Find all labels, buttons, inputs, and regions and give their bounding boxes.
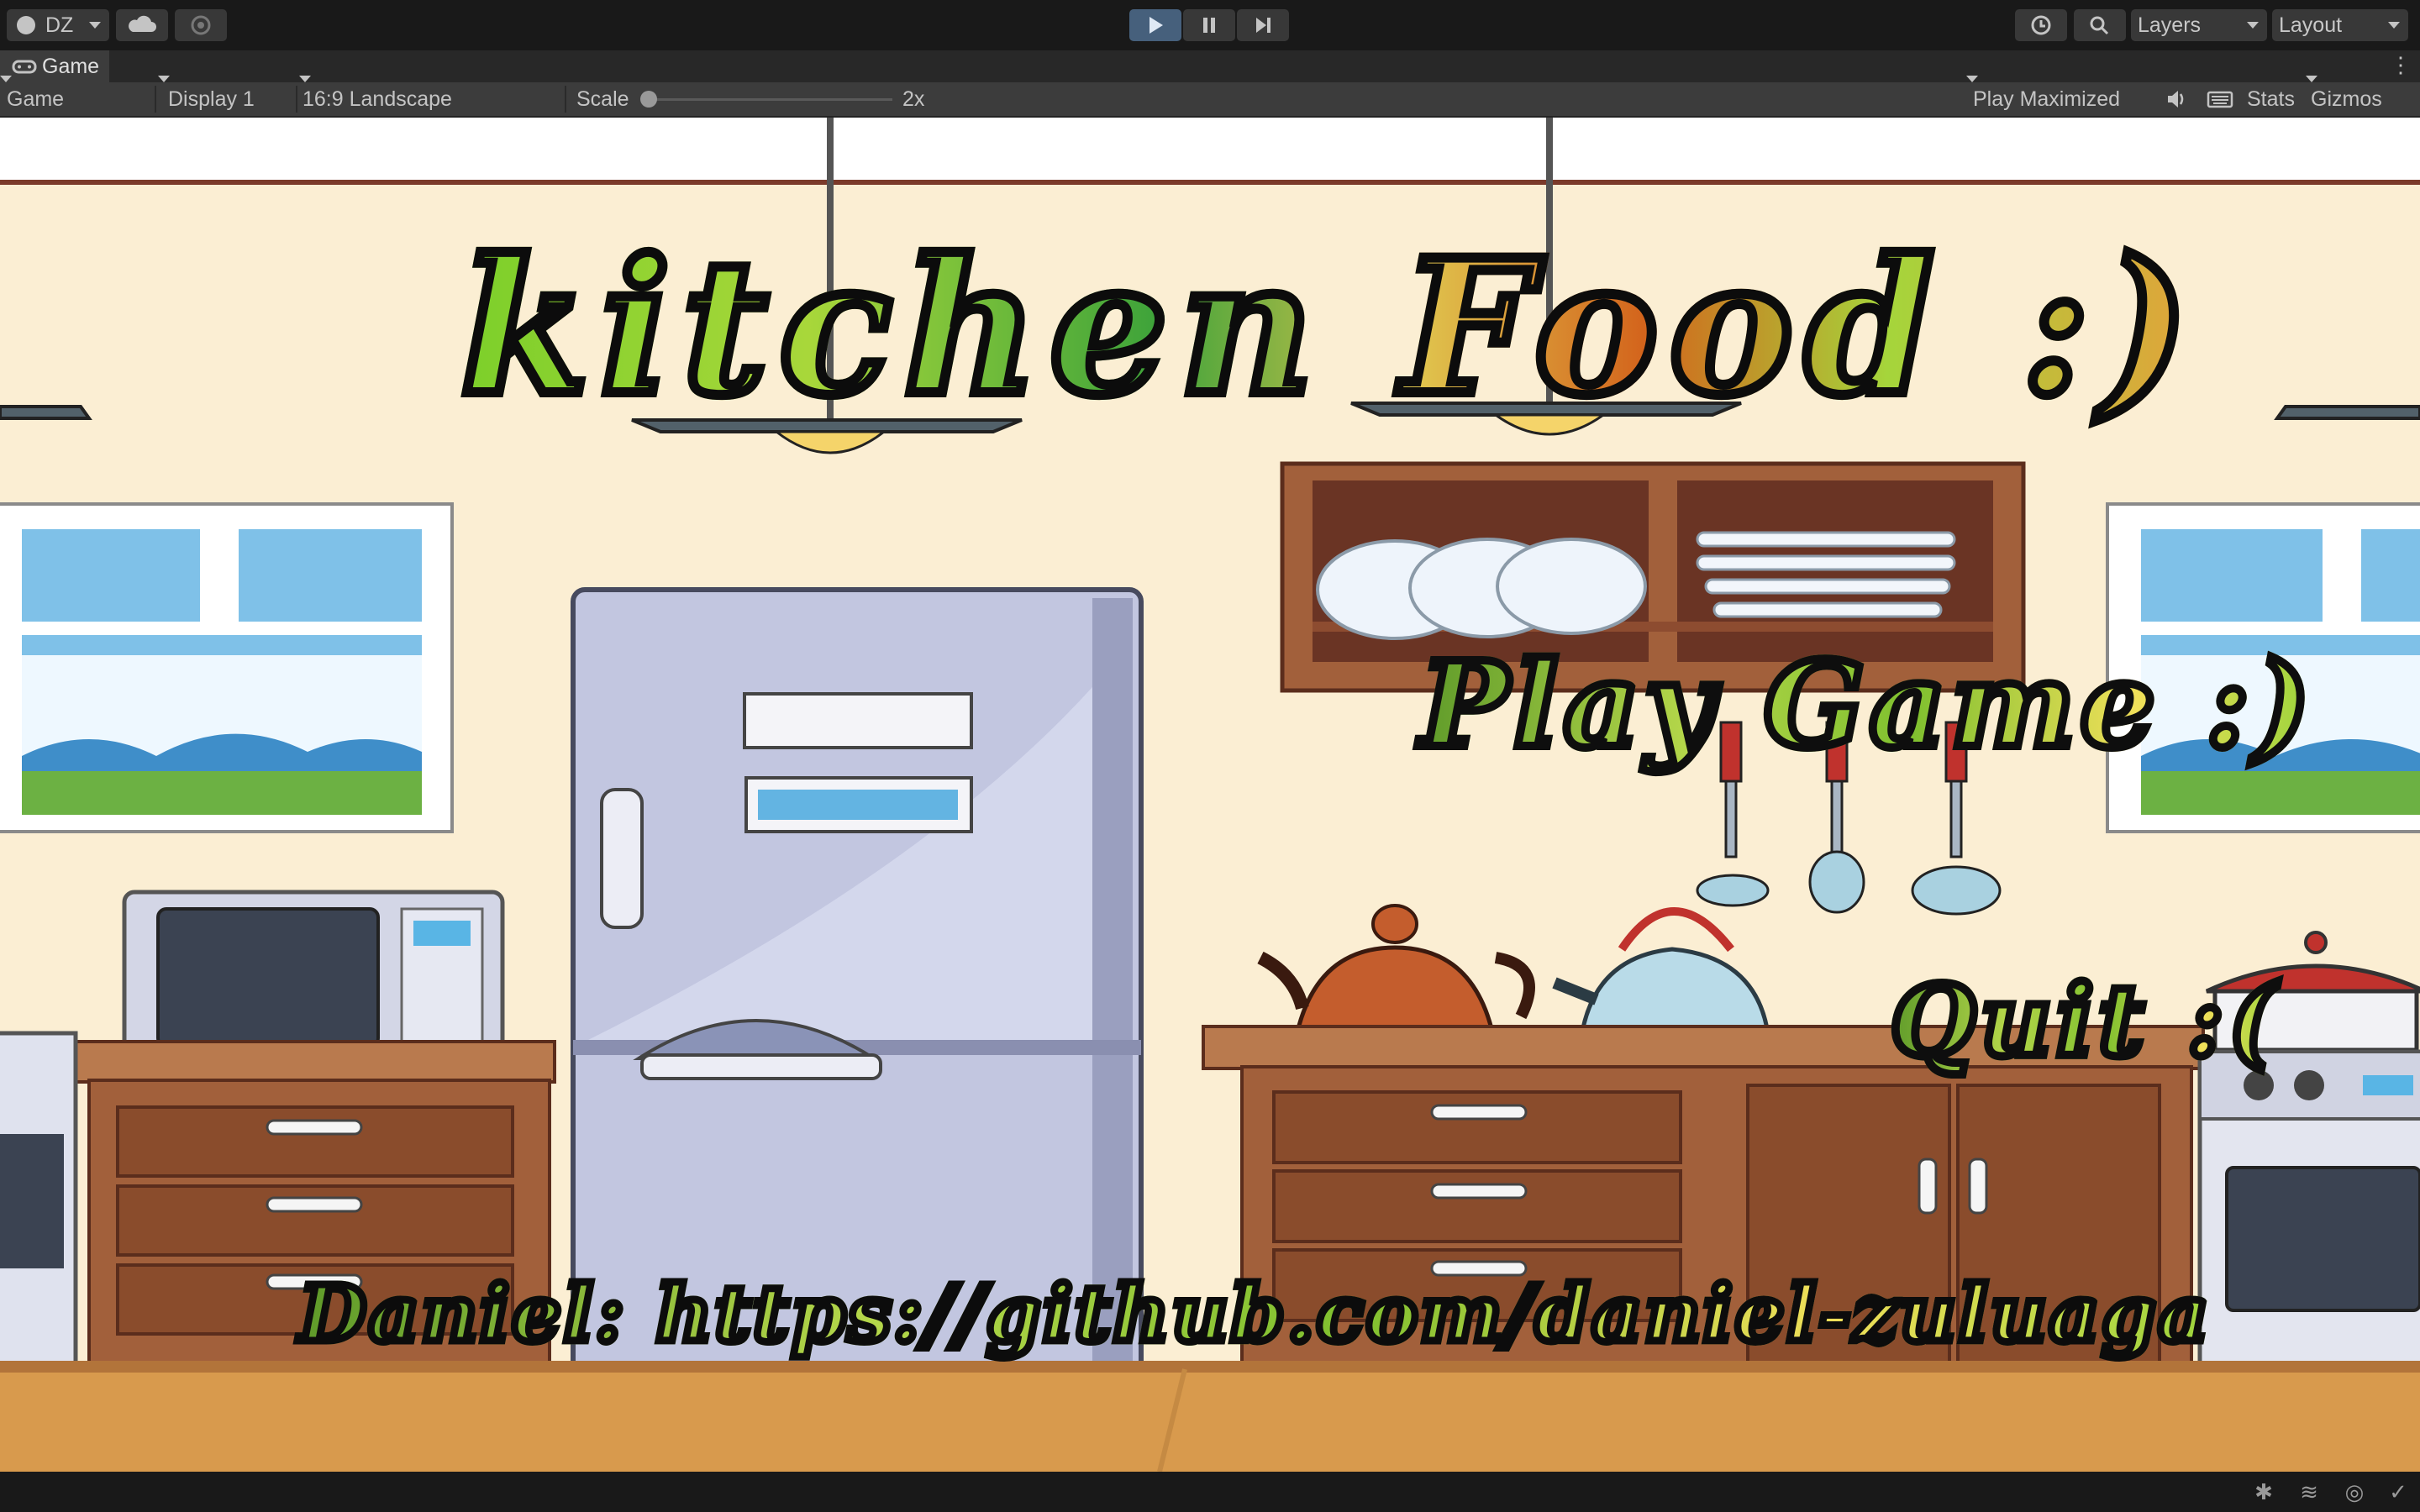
cloud-icon: [129, 15, 156, 32]
play-button[interactable]: [1129, 9, 1181, 41]
pause-button[interactable]: [1183, 9, 1235, 41]
scale-label: Scale: [576, 87, 629, 111]
aspect-ratio-label: 16:9 Landscape: [302, 87, 452, 111]
layout-label: Layout: [2279, 13, 2343, 37]
cloud-button[interactable]: [116, 9, 168, 41]
game-viewport[interactable]: kitchen Food :) Play Game :) Quit :( Dan…: [0, 118, 2420, 1472]
search-icon: [2090, 16, 2109, 35]
credit-link[interactable]: Daniel: https://github.com/daniel-zuluag…: [295, 1265, 2212, 1363]
account-label: DZ: [45, 13, 74, 37]
collab-icon: [191, 15, 211, 35]
layers-dropdown[interactable]: Layers: [2131, 9, 2267, 41]
separator: [155, 86, 156, 113]
view-mode-dropdown[interactable]: Game: [0, 76, 151, 116]
play-icon: [1150, 17, 1163, 34]
play-mode-dropdown[interactable]: Play Maximized: [1966, 76, 2151, 116]
separator: [565, 86, 566, 113]
play-game-button[interactable]: Play Game :): [1416, 633, 2315, 779]
stack-icon[interactable]: ≋: [2297, 1480, 2321, 1504]
chevron-down-icon: [2247, 22, 2259, 29]
game-title: kitchen Food :): [455, 213, 2202, 441]
search-button[interactable]: [2074, 9, 2126, 41]
game-view-toolbar: Game Display 1 16:9 Landscape Scale 2x P…: [0, 76, 2420, 118]
keyboard-icon: [2207, 91, 2233, 108]
history-icon: [2031, 15, 2051, 35]
gamepad-icon: [12, 60, 37, 74]
play-mode-label: Play Maximized: [1973, 87, 2121, 111]
check-icon[interactable]: ✓: [2386, 1480, 2410, 1504]
account-icon: [17, 16, 35, 34]
aspect-ratio-dropdown[interactable]: 16:9 Landscape: [299, 76, 563, 116]
chevron-down-icon: [2388, 22, 2400, 29]
network-icon[interactable]: ◎: [2343, 1480, 2366, 1504]
bug-icon[interactable]: ✱: [2252, 1480, 2275, 1504]
more-options-icon[interactable]: ⋮: [2390, 52, 2412, 78]
chevron-down-icon: [89, 22, 101, 29]
tab-game[interactable]: Game: [0, 50, 109, 82]
status-bar: ✱ ≋ ◎ ✓: [0, 1472, 2420, 1512]
tab-game-label: Game: [42, 55, 100, 78]
layout-dropdown[interactable]: Layout: [2272, 9, 2408, 41]
scale-slider-track[interactable]: [647, 98, 892, 101]
stats-label: Stats: [2247, 87, 2295, 111]
undo-history-button[interactable]: [2015, 9, 2067, 41]
account-dropdown[interactable]: DZ: [7, 9, 109, 41]
mute-audio-button[interactable]: [2156, 82, 2196, 116]
keyboard-shortcuts-button[interactable]: [2200, 82, 2240, 116]
step-button[interactable]: [1237, 9, 1289, 41]
gizmos-dropdown[interactable]: Gizmos: [2306, 76, 2420, 116]
view-mode-label: Game: [7, 87, 65, 111]
scale-value: 2x: [902, 87, 925, 111]
tab-bar: Game ⋮: [0, 50, 2420, 82]
scale-slider-handle[interactable]: [640, 91, 657, 108]
separator: [296, 86, 297, 113]
stats-button[interactable]: Stats: [2242, 82, 2304, 116]
layers-label: Layers: [2138, 13, 2202, 37]
speaker-icon: [2168, 91, 2184, 108]
main-toolbar: DZ Layers Layout: [0, 0, 2420, 50]
collab-button[interactable]: [175, 9, 227, 41]
pause-icon: [1203, 18, 1215, 33]
quit-button[interactable]: Quit :(: [1886, 960, 2280, 1083]
display-dropdown[interactable]: Display 1: [158, 76, 292, 116]
display-label: Display 1: [168, 87, 255, 111]
gizmos-label: Gizmos: [2311, 87, 2382, 111]
step-icon: [1256, 18, 1270, 33]
